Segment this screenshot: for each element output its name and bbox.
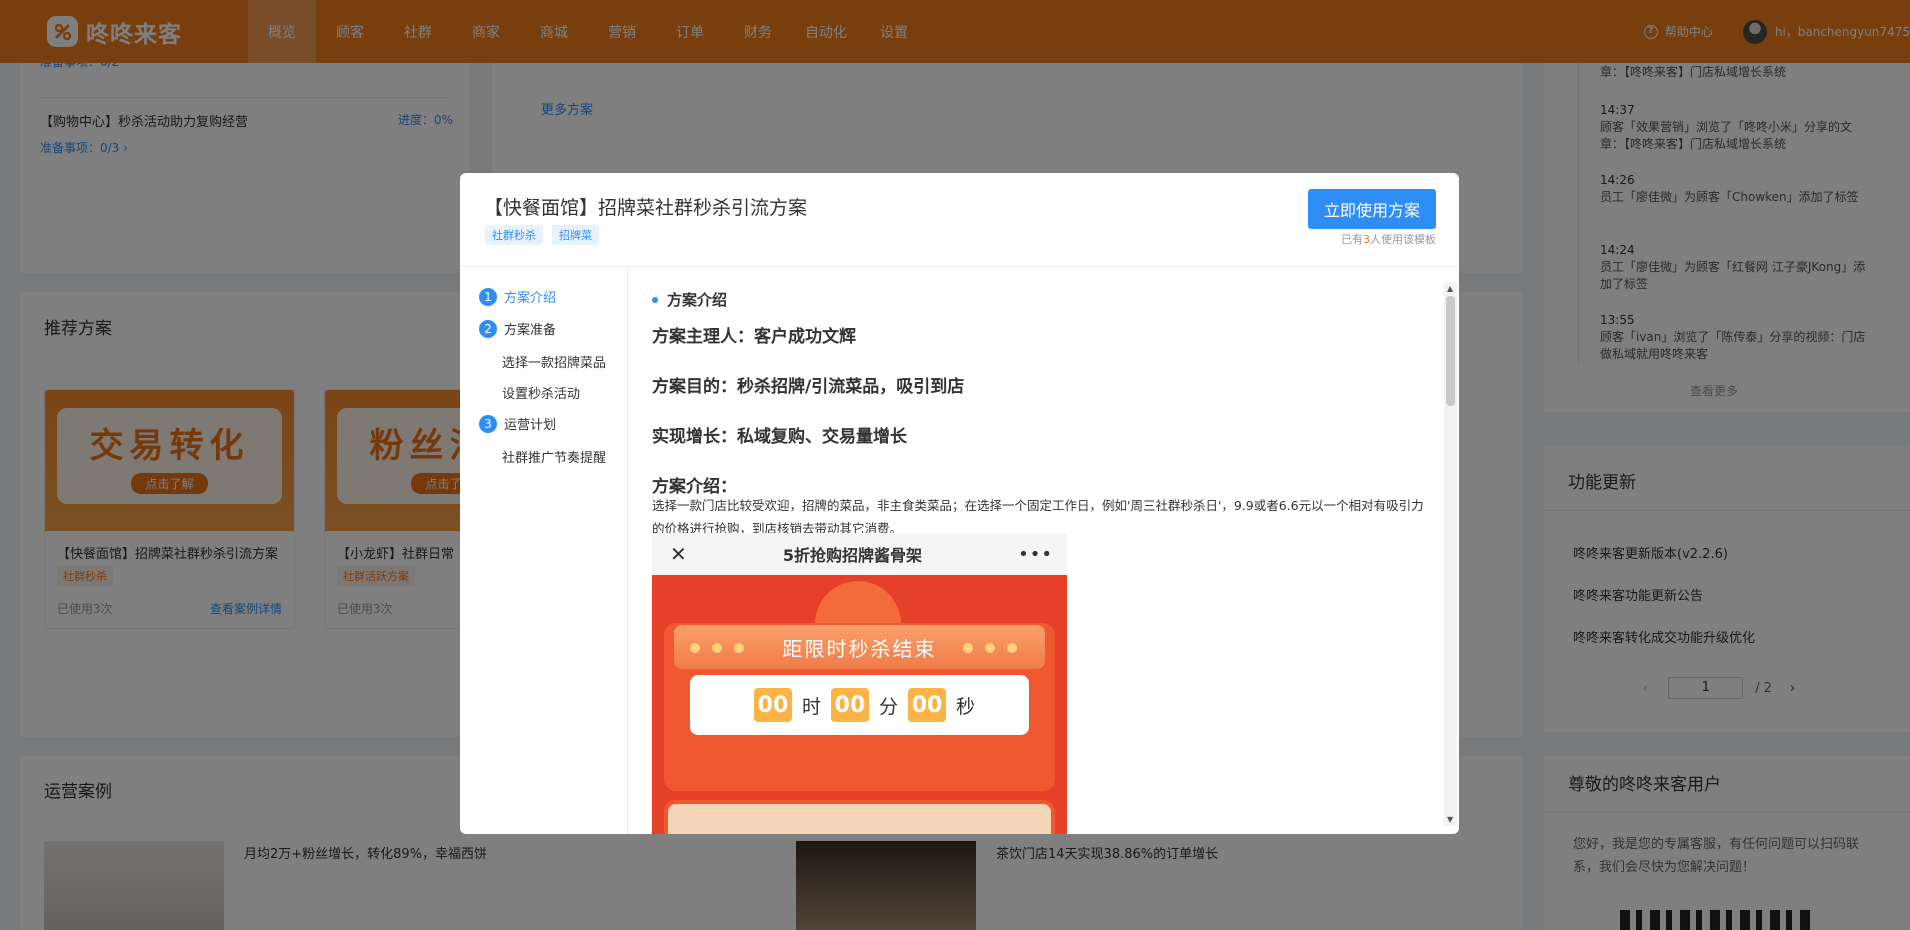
section-heading: 方案介绍 [652,289,727,310]
modal-scrollbar[interactable]: ▲ ▼ [1444,282,1457,826]
modal-title: 【快餐面馆】招牌菜社群秒杀引流方案 [484,197,808,219]
plan-detail-modal: 【快餐面馆】招牌菜社群秒杀引流方案 社群秒杀 招牌菜 立即使用方案 已有3人使用… [460,173,1459,834]
toc-subitem[interactable]: 社群推广节奏提醒 [502,447,617,466]
plan-owner: 方案主理人：客户成功文辉 [652,327,856,347]
toc-subitem[interactable]: 设置秒杀活动 [502,383,617,402]
toc-num: 1 [479,287,497,306]
modal-tag: 社群秒杀 [485,225,543,245]
modal-tag: 招牌菜 [552,225,599,245]
toc-subitem[interactable]: 选择一款招牌菜品 [502,352,617,371]
scroll-up-icon[interactable]: ▲ [1447,284,1453,293]
modal-content: 方案介绍 方案主理人：客户成功文辉 方案目的：秒杀招牌/引流菜品，吸引到店 实现… [652,267,1434,834]
plan-growth: 实现增长：私域复购、交易量增长 [652,427,907,447]
toc-num: 2 [479,319,497,338]
use-plan-button[interactable]: 立即使用方案 [1308,189,1436,229]
close-icon: ✕ [670,542,687,566]
modal-toc: 1 方案介绍 2 方案准备 选择一款招牌菜品 设置秒杀活动 3 运营计划 社群推… [460,267,628,834]
phone-preview: ✕ 5折抢购招牌酱骨架 ••• 距限时秒杀结束 00 时 00 分 00 秒 [652,533,1067,834]
toc-num: 3 [479,414,497,433]
toc-item-plan[interactable]: 3 运营计划 [479,414,556,433]
scroll-thumb[interactable] [1446,296,1455,406]
plan-goal: 方案目的：秒杀招牌/引流菜品，吸引到店 [652,377,965,397]
scroll-down-icon[interactable]: ▼ [1447,815,1453,824]
more-icon: ••• [1018,543,1053,565]
phone-title: 5折抢购招牌酱骨架 [782,546,923,565]
used-count-text: 已有3人使用该模板 [1341,233,1436,246]
toc-item-intro[interactable]: 1 方案介绍 [479,287,556,306]
countdown-timer: 00 时 00 分 00 秒 [690,675,1029,735]
toc-item-prep[interactable]: 2 方案准备 [479,319,556,338]
